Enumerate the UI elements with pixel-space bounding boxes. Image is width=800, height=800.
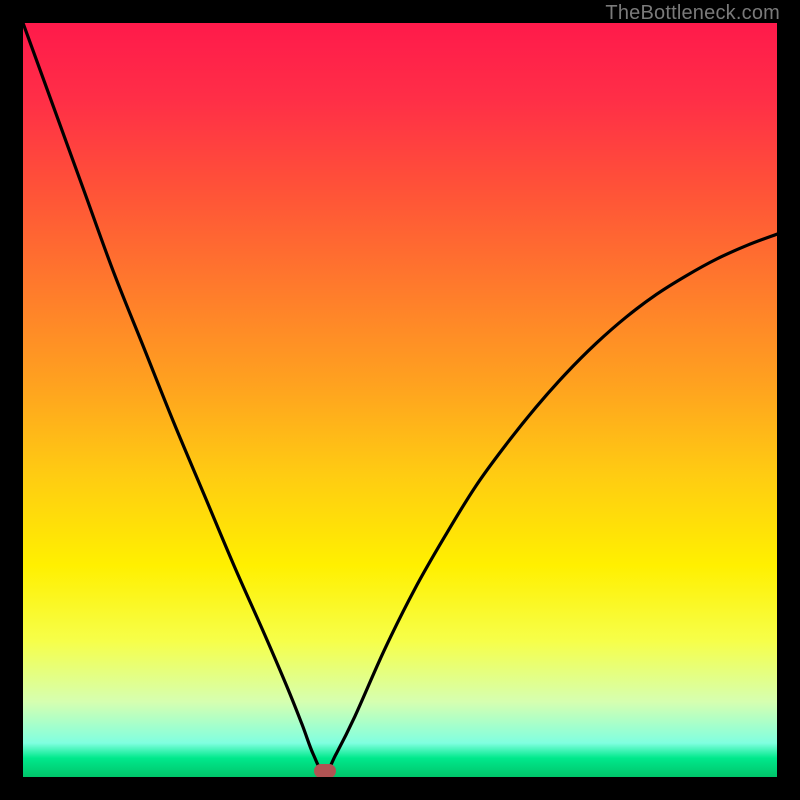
bottleneck-curve bbox=[23, 23, 777, 777]
plot-area bbox=[23, 23, 777, 777]
watermark-text: TheBottleneck.com bbox=[605, 2, 780, 25]
minimum-marker bbox=[314, 764, 336, 777]
chart-frame: TheBottleneck.com bbox=[0, 0, 800, 800]
